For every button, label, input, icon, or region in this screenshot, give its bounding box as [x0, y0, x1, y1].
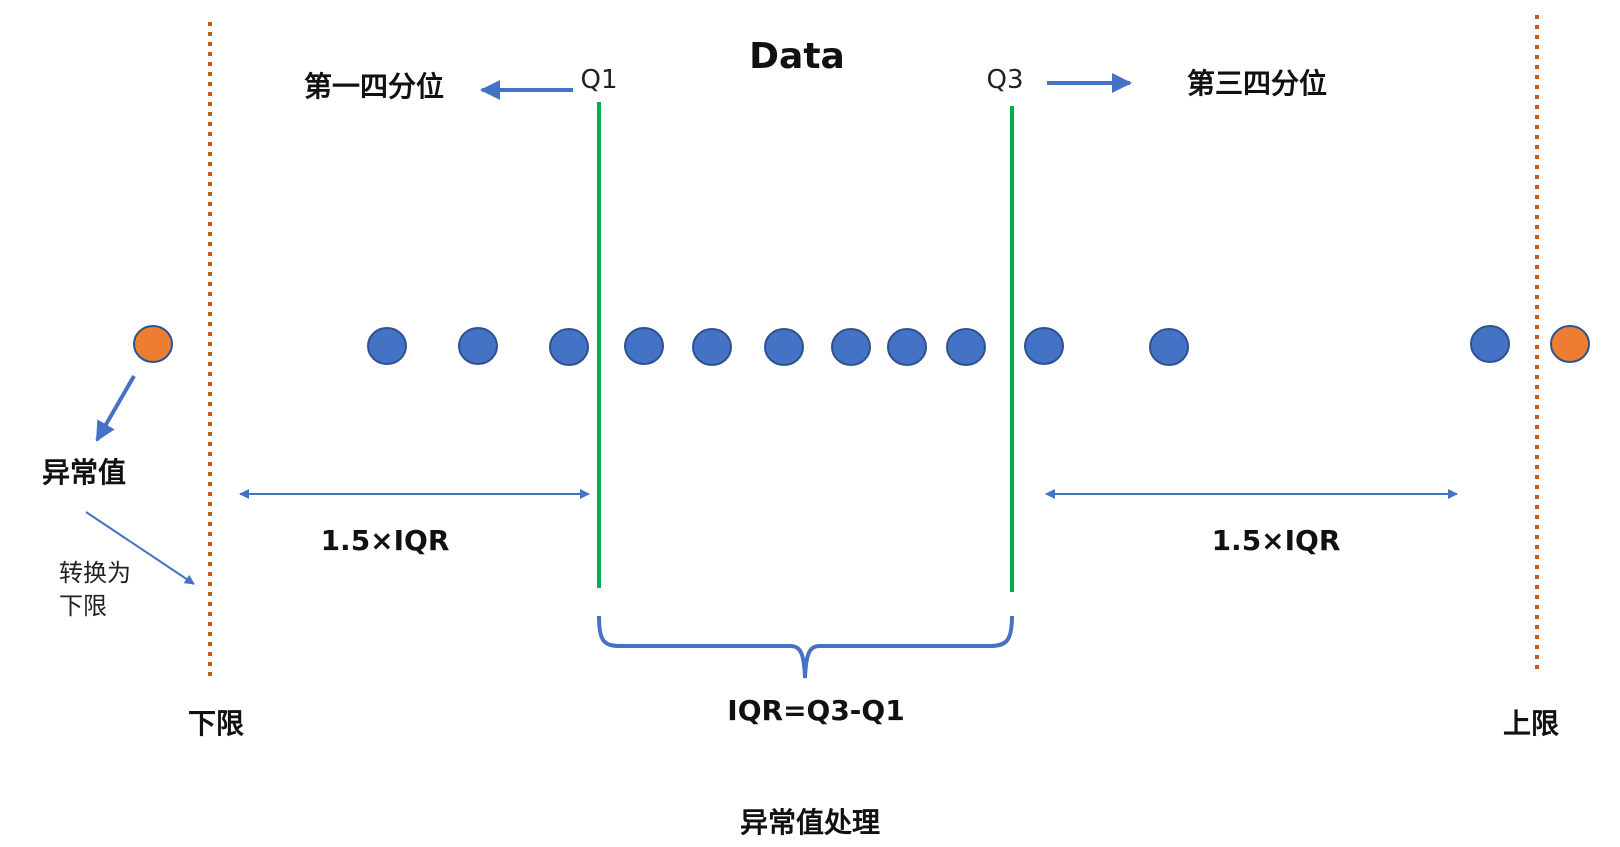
outlier-point — [1550, 325, 1590, 363]
lower-span-label: 1.5×IQR — [321, 524, 450, 557]
outlier-diagram: Data Q1 Q3 第一四分位 第三四分位 异常值 转换为 下限 1.5×IQ… — [42, 15, 1590, 839]
data-point — [624, 327, 664, 365]
data-point — [1149, 328, 1189, 366]
iqr-brace — [597, 615, 1014, 679]
lower-limit-label: 下限 — [188, 707, 244, 740]
data-point — [887, 328, 927, 366]
convert-label-line1: 转换为 — [59, 559, 131, 587]
upper-span-label: 1.5×IQR — [1212, 524, 1341, 557]
convert-label-line2: 下限 — [59, 592, 107, 620]
outlier-point — [133, 325, 173, 363]
diagram-title: Data — [749, 36, 845, 77]
data-point — [692, 328, 732, 366]
data-point — [764, 328, 804, 366]
upper-limit-label: 上限 — [1503, 707, 1559, 740]
data-point — [831, 328, 871, 366]
iqr-label: IQR=Q3-Q1 — [727, 694, 904, 727]
outlier-label: 异常值 — [42, 456, 126, 489]
data-point — [458, 327, 498, 365]
first-quartile-label: 第一四分位 — [304, 70, 444, 103]
q1-label: Q1 — [580, 65, 617, 95]
diagram-caption: 异常值处理 — [740, 806, 880, 839]
data-points — [133, 325, 1590, 366]
data-point — [1024, 327, 1064, 365]
data-point — [549, 328, 589, 366]
outlier-pointer-arrow — [95, 374, 136, 442]
third-quartile-label: 第三四分位 — [1187, 67, 1327, 100]
data-point — [367, 327, 407, 365]
q3-label: Q3 — [986, 65, 1023, 95]
data-point — [1470, 325, 1510, 363]
data-point — [946, 328, 986, 366]
